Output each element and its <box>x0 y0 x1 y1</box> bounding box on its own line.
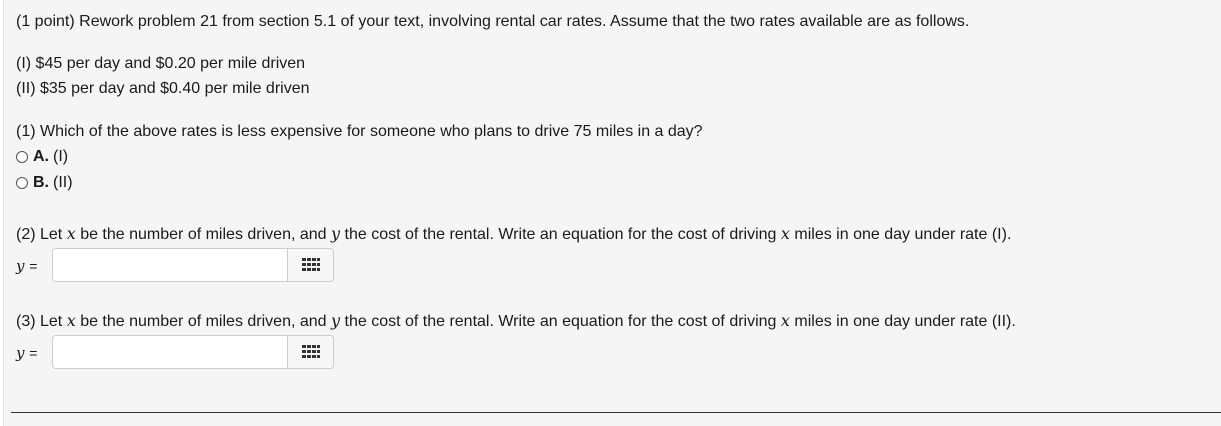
bottom-divider <box>11 412 1221 413</box>
question-3-text: (3) Let x be the number of miles driven,… <box>16 311 1016 332</box>
answer-1-input[interactable] <box>53 249 289 281</box>
answer-1-equals: = <box>29 258 38 274</box>
equation-editor-grid-icon <box>301 345 320 358</box>
answer-1-var: y <box>16 257 25 275</box>
q3-prefix: (3) Let <box>16 313 63 330</box>
q2-prefix: (2) Let <box>16 226 63 243</box>
answer-1-label: y = <box>16 256 37 276</box>
q2-mid1: be the number of miles driven, and <box>80 226 327 243</box>
choice-a-label: (I) <box>53 148 69 165</box>
radio-a[interactable] <box>16 151 28 163</box>
choice-a-letter: A. <box>33 148 49 165</box>
equation-editor-grid-icon <box>301 258 320 271</box>
q2-suffix: miles in one day under rate (I). <box>794 226 1012 243</box>
choice-a[interactable]: A. (I) <box>16 147 68 167</box>
choice-b[interactable]: B. (II) <box>16 173 73 193</box>
question-1-text: (1) Which of the above rates is less exp… <box>16 123 703 140</box>
choice-b-letter: B. <box>33 174 49 191</box>
rate-option-ii: (II) $35 per day and $0.40 per mile driv… <box>16 80 310 97</box>
q3-suffix: miles in one day under rate (II). <box>794 313 1016 330</box>
answer-2-equals: = <box>29 345 38 361</box>
q3-var-y: y <box>331 311 341 330</box>
question-2-text: (2) Let x be the number of miles driven,… <box>16 224 1011 245</box>
answer-2-equation-editor-button[interactable] <box>287 336 333 368</box>
problem-panel: (1 point) Rework problem 21 from section… <box>3 0 1221 426</box>
rate-option-i: (I) $45 per day and $0.20 per mile drive… <box>16 55 306 72</box>
answer-1-equation-editor-button[interactable] <box>287 249 333 281</box>
q3-var-x: x <box>66 311 76 330</box>
q2-var-x2: x <box>780 224 790 243</box>
q2-mid2: the cost of the rental. Write an equatio… <box>344 226 777 243</box>
answer-2-input[interactable] <box>53 336 289 368</box>
radio-b[interactable] <box>16 177 28 189</box>
problem-intro: (1 point) Rework problem 21 from section… <box>16 13 970 30</box>
answer-2-box <box>52 335 334 369</box>
q2-var-y: y <box>331 224 341 243</box>
answer-1-box <box>52 248 334 282</box>
choice-b-label: (II) <box>53 174 73 191</box>
q3-mid2: the cost of the rental. Write an equatio… <box>344 313 777 330</box>
q3-mid1: be the number of miles driven, and <box>80 313 327 330</box>
q2-var-x: x <box>66 224 76 243</box>
answer-2-var: y <box>16 344 25 362</box>
answer-2-label: y = <box>16 343 37 363</box>
q3-var-x2: x <box>780 311 790 330</box>
